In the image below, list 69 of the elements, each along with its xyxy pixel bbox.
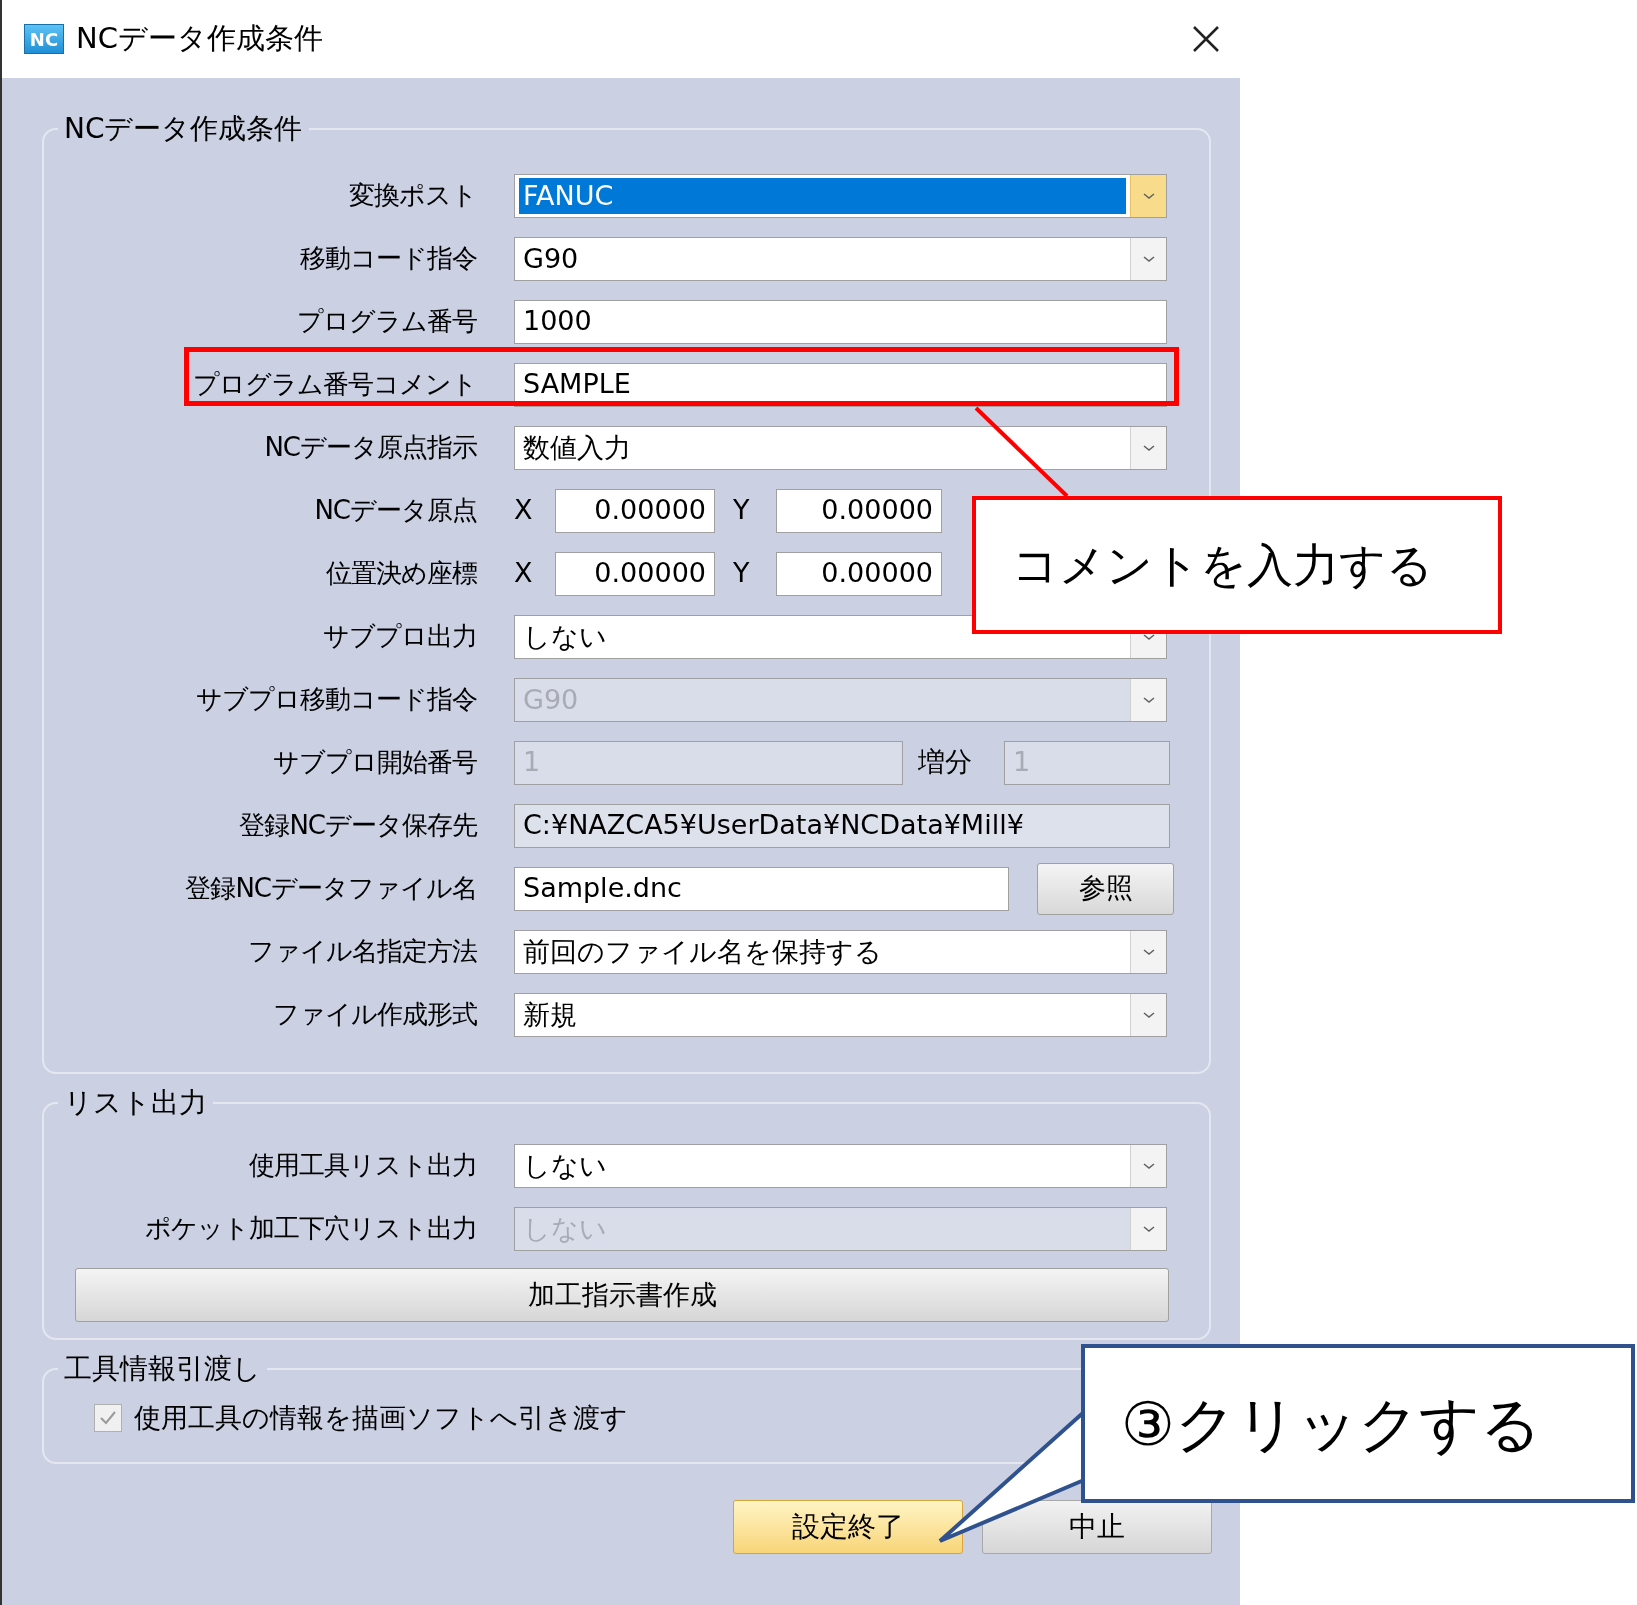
field-label: 移動コード指令 bbox=[300, 242, 477, 275]
window-title: NCデータ作成条件 bbox=[76, 20, 324, 58]
dropdown[interactable]: しない bbox=[514, 1143, 1167, 1188]
caret-icon bbox=[1142, 1225, 1155, 1232]
dropdown-button[interactable] bbox=[1130, 426, 1166, 469]
dropdown-value: しない bbox=[522, 1148, 608, 1183]
browse-button[interactable]: 参照 bbox=[1037, 862, 1174, 915]
field-label: サブプロ出力 bbox=[323, 620, 477, 653]
field-label: 増分 bbox=[917, 745, 973, 780]
dropdown-value: 数値入力 bbox=[522, 430, 632, 465]
input-field[interactable]: C:¥NAZCA5¥UserData¥NCData¥Mill¥ bbox=[514, 803, 1170, 848]
group-title: リスト出力 bbox=[63, 1085, 208, 1121]
dropdown-button[interactable] bbox=[1130, 993, 1166, 1036]
close-icon[interactable] bbox=[1192, 25, 1220, 53]
input-field[interactable]: 0.00000 bbox=[776, 488, 942, 533]
caret-icon bbox=[1142, 633, 1155, 640]
field-label: サブプロ移動コード指令 bbox=[196, 683, 477, 716]
caret-icon bbox=[1142, 948, 1155, 955]
caret-icon bbox=[1142, 192, 1155, 199]
dialog-button[interactable]: 設定終了 bbox=[733, 1500, 963, 1554]
axis-label: Y bbox=[732, 556, 751, 591]
dropdown-value: FANUC bbox=[519, 177, 1126, 214]
axis-label: Y bbox=[732, 493, 751, 528]
callout-tooltip: コメントを入力する bbox=[972, 496, 1502, 634]
field-label: ファイル作成形式 bbox=[273, 998, 477, 1031]
dropdown[interactable]: 前回のファイル名を保持する bbox=[514, 929, 1167, 974]
dropdown-value: しない bbox=[522, 619, 608, 654]
field-label: ポケット加工下穴リスト出力 bbox=[145, 1212, 477, 1245]
caret-icon bbox=[1142, 696, 1155, 703]
field-label: 登録NCデータファイル名 bbox=[185, 872, 477, 905]
field-label: 登録NCデータ保存先 bbox=[239, 809, 477, 842]
input-field[interactable]: Sample.dnc bbox=[514, 866, 1009, 911]
checkbox-label: 使用工具の情報を描画ソフトへ引き渡す bbox=[134, 1400, 628, 1435]
dropdown-value: 新規 bbox=[522, 997, 578, 1032]
axis-label: X bbox=[514, 493, 534, 528]
dropdown-button[interactable] bbox=[1130, 174, 1166, 217]
caret-icon bbox=[1142, 444, 1155, 451]
input-field[interactable]: 0.00000 bbox=[555, 488, 715, 533]
dropdown-button[interactable] bbox=[1130, 1144, 1166, 1187]
dropdown[interactable]: 新規 bbox=[514, 992, 1167, 1037]
field-label: サブプロ開始番号 bbox=[273, 746, 477, 779]
instruction-sheet-button[interactable]: 加工指示書作成 bbox=[75, 1268, 1169, 1322]
group-title: NCデータ作成条件 bbox=[63, 111, 304, 147]
input-field[interactable]: 0.00000 bbox=[555, 551, 715, 596]
field-label: 変換ポスト bbox=[349, 179, 477, 212]
field-label: ファイル名指定方法 bbox=[248, 935, 477, 968]
checkmark-icon bbox=[99, 1410, 117, 1426]
dropdown[interactable]: G90 bbox=[514, 236, 1167, 281]
field-label: 位置決め座標 bbox=[326, 557, 477, 590]
dropdown-value: 前回のファイル名を保持する bbox=[522, 934, 883, 969]
field-label: NCデータ原点 bbox=[314, 494, 477, 527]
caret-icon bbox=[1142, 1011, 1155, 1018]
group-title: 工具情報引渡し bbox=[63, 1351, 262, 1387]
caret-icon bbox=[1142, 1162, 1155, 1169]
dropdown[interactable]: FANUC bbox=[514, 173, 1167, 218]
input-field[interactable]: 1000 bbox=[514, 299, 1167, 344]
field-label: プログラム番号 bbox=[297, 305, 477, 338]
field-label: NCデータ原点指示 bbox=[264, 431, 477, 464]
axis-label: X bbox=[514, 556, 534, 591]
field-label: プログラム番号コメント bbox=[193, 368, 477, 401]
dropdown-button[interactable] bbox=[1130, 930, 1166, 973]
app-logo: NC bbox=[24, 24, 64, 54]
field-label: 使用工具リスト出力 bbox=[249, 1149, 477, 1182]
input-field[interactable]: SAMPLE bbox=[514, 362, 1167, 407]
caret-icon bbox=[1142, 255, 1155, 262]
dropdown[interactable]: 数値入力 bbox=[514, 425, 1167, 470]
input-field[interactable]: 0.00000 bbox=[776, 551, 942, 596]
dropdown-value: G90 bbox=[522, 241, 580, 276]
dropdown-button[interactable] bbox=[1130, 237, 1166, 280]
